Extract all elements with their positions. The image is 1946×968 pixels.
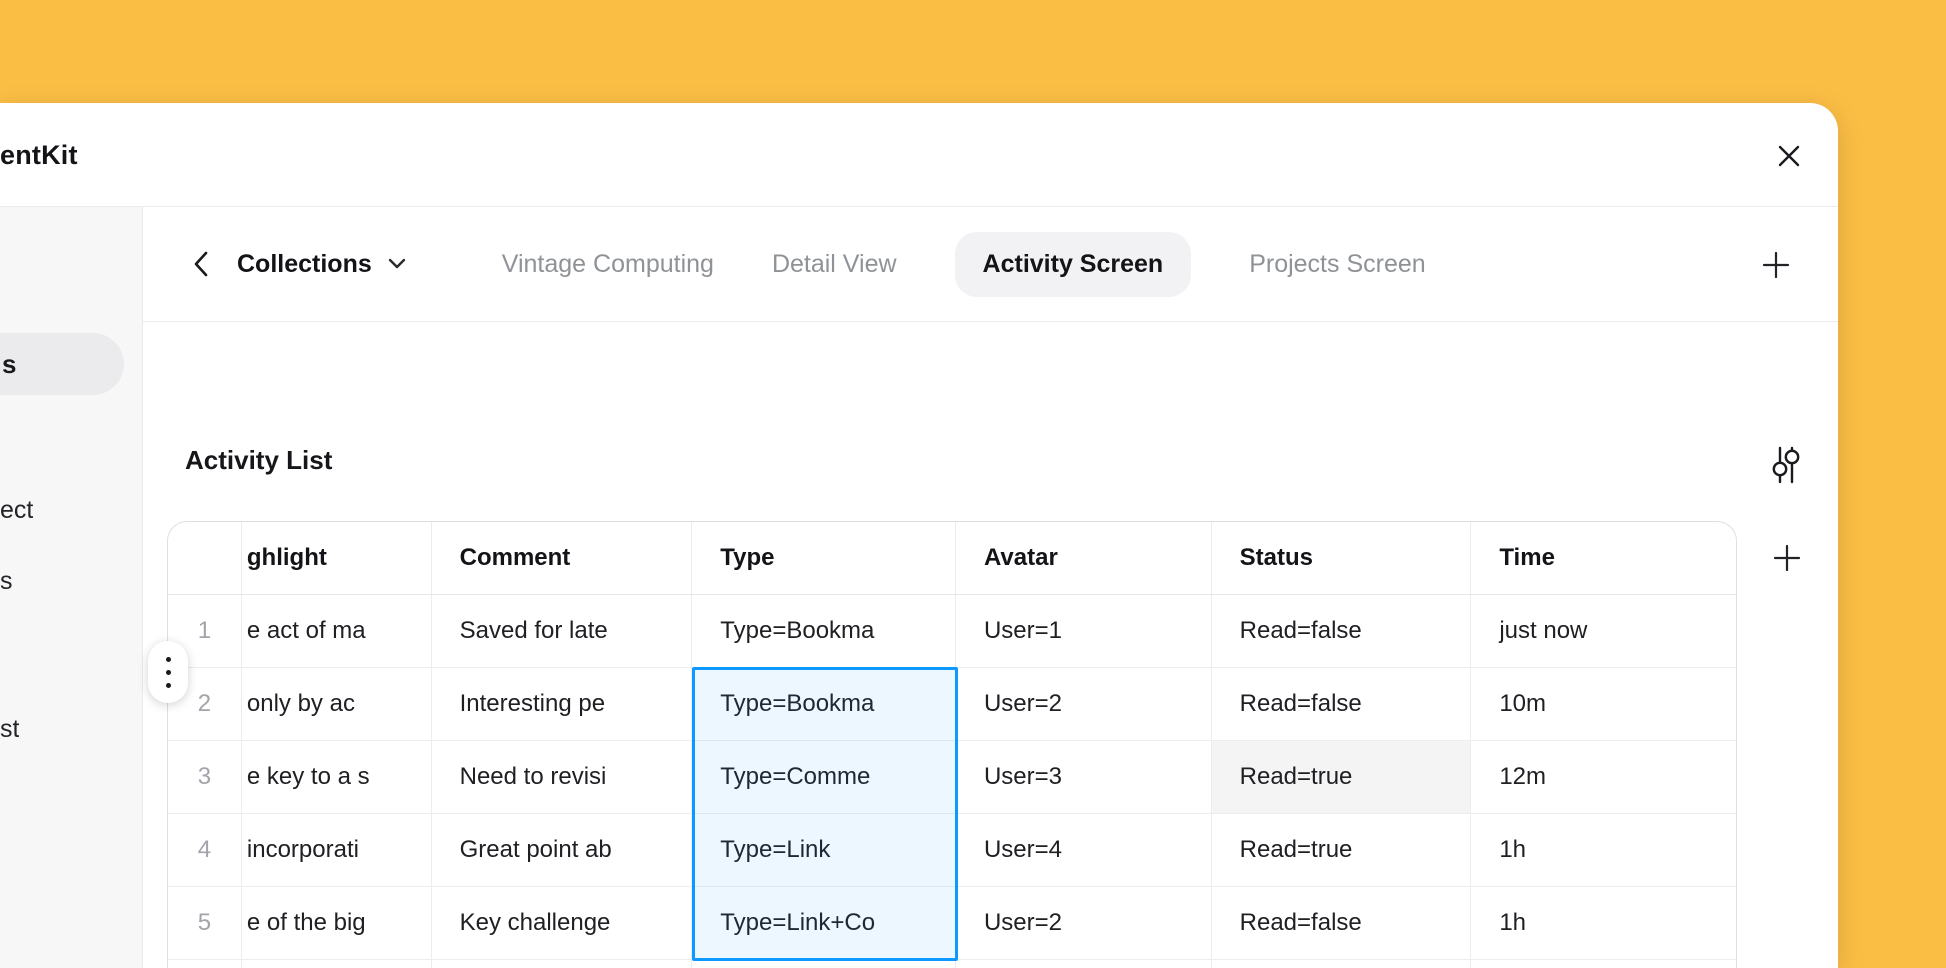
table-row: 3e key to a sNeed to revisiType=CommeUse… <box>168 741 1736 814</box>
cell-ghlight[interactable]: e act of ma <box>242 595 432 667</box>
cell-ghlight[interactable]: only by ac <box>242 668 432 740</box>
cell-time[interactable]: 5h <box>1471 960 1736 968</box>
column-header-status[interactable]: Status <box>1212 522 1472 594</box>
table-body: 1e act of maSaved for lateType=BookmaUse… <box>168 595 1736 968</box>
cell-status[interactable]: Read=false <box>1212 887 1472 959</box>
plugin-window: entKit s ect s st Collections <box>0 103 1838 968</box>
chevron-left-icon <box>190 249 212 279</box>
cell-avatar[interactable]: User=1 <box>956 960 1212 968</box>
plus-icon <box>1771 542 1803 574</box>
main-panel: Collections Vintage Computing Detail View… <box>143 207 1838 968</box>
filters-button[interactable] <box>1765 443 1807 487</box>
cell-type[interactable]: Type=Link <box>692 814 956 886</box>
cell-type[interactable]: Type=Link+Co <box>692 887 956 959</box>
back-button[interactable] <box>183 246 219 282</box>
cell-time[interactable]: 1h <box>1471 887 1736 959</box>
cell-comment[interactable]: Need to revisi <box>432 741 693 813</box>
table-row: 5e of the bigKey challengeType=Link+CoUs… <box>168 887 1736 960</box>
sidebar-item[interactable]: st <box>0 715 19 744</box>
sidebar-item[interactable]: s <box>0 333 124 395</box>
chevron-down-icon <box>388 258 406 270</box>
column-header-ghlight[interactable]: ghlight <box>242 522 432 594</box>
column-header-comment[interactable]: Comment <box>432 522 693 594</box>
cell-comment[interactable]: Key challenge <box>432 887 693 959</box>
tab-bar: Collections Vintage Computing Detail View… <box>143 207 1838 322</box>
cell-comment[interactable]: Interesting pe <box>432 668 693 740</box>
cell-status[interactable]: Read=true <box>1212 741 1472 813</box>
column-header-avatar[interactable]: Avatar <box>956 522 1212 594</box>
row-number[interactable]: 4 <box>168 814 242 886</box>
sidebar-item[interactable]: ect <box>0 496 33 525</box>
list-title: Activity List <box>185 445 332 476</box>
tab-projects-screen[interactable]: Projects Screen <box>1249 250 1425 279</box>
table-row: 2only by acInteresting peType=BookmaUser… <box>168 668 1736 741</box>
app-title: entKit <box>0 103 78 207</box>
collections-dropdown[interactable]: Collections <box>237 250 406 279</box>
collections-label: Collections <box>237 250 372 279</box>
cell-time[interactable]: just now <box>1471 595 1736 667</box>
cell-type[interactable]: Type=Bookma <box>692 595 956 667</box>
cell-ghlight[interactable]: incorporati <box>242 814 432 886</box>
cell-status[interactable]: Read=false <box>1212 595 1472 667</box>
table-row: 6understandUseful framevType=Link+CoUser… <box>168 960 1736 968</box>
table-header-row: ghlightCommentTypeAvatarStatusTime <box>168 522 1736 595</box>
row-number[interactable]: 5 <box>168 887 242 959</box>
table-row: 4incorporatiGreat point abType=LinkUser=… <box>168 814 1736 887</box>
cell-avatar[interactable]: User=4 <box>956 814 1212 886</box>
dot <box>166 670 171 675</box>
activity-table: ghlightCommentTypeAvatarStatusTime 1e ac… <box>167 521 1737 968</box>
window-header: entKit <box>0 103 1838 207</box>
cell-status[interactable]: Read=false <box>1212 668 1472 740</box>
cell-type[interactable]: Type=Bookma <box>692 668 956 740</box>
dot <box>166 657 171 662</box>
cell-avatar[interactable]: User=3 <box>956 741 1212 813</box>
cell-status[interactable]: Read=true <box>1212 960 1472 968</box>
screen-background: entKit s ect s st Collections <box>0 0 1946 968</box>
sidebar: s ect s st <box>0 207 143 968</box>
cell-time[interactable]: 10m <box>1471 668 1736 740</box>
plus-icon <box>1760 249 1792 281</box>
tab-activity-screen[interactable]: Activity Screen <box>955 232 1192 297</box>
cell-comment[interactable]: Saved for late <box>432 595 693 667</box>
cell-avatar[interactable]: User=2 <box>956 887 1212 959</box>
row-number[interactable]: 6 <box>168 960 242 968</box>
cell-time[interactable]: 12m <box>1471 741 1736 813</box>
cell-ghlight[interactable]: understand <box>242 960 432 968</box>
add-tab-button[interactable] <box>1758 247 1794 283</box>
row-number[interactable]: 3 <box>168 741 242 813</box>
cell-type[interactable]: Type=Comme <box>692 741 956 813</box>
sidebar-item[interactable]: s <box>0 567 13 596</box>
cell-type[interactable]: Type=Link+Co <box>692 960 956 968</box>
cell-comment[interactable]: Useful framev <box>432 960 693 968</box>
close-icon <box>1774 141 1804 171</box>
column-header-time[interactable]: Time <box>1471 522 1736 594</box>
sliders-icon <box>1771 444 1801 486</box>
column-header-row-number[interactable] <box>168 522 242 594</box>
cell-ghlight[interactable]: e key to a s <box>242 741 432 813</box>
cell-avatar[interactable]: User=2 <box>956 668 1212 740</box>
row-drag-handle[interactable] <box>148 641 188 703</box>
tab-detail-view[interactable]: Detail View <box>772 250 897 279</box>
cell-comment[interactable]: Great point ab <box>432 814 693 886</box>
cell-ghlight[interactable]: e of the big <box>242 887 432 959</box>
cell-time[interactable]: 1h <box>1471 814 1736 886</box>
tab-vintage-computing[interactable]: Vintage Computing <box>502 250 714 279</box>
close-button[interactable] <box>1768 135 1810 177</box>
cell-status[interactable]: Read=true <box>1212 814 1472 886</box>
add-column-button[interactable] <box>1768 539 1806 577</box>
tab-list: Vintage Computing Detail View Activity Scr… <box>502 232 1426 297</box>
cell-avatar[interactable]: User=1 <box>956 595 1212 667</box>
column-header-type[interactable]: Type <box>692 522 956 594</box>
dot <box>166 683 171 688</box>
table-row: 1e act of maSaved for lateType=BookmaUse… <box>168 595 1736 668</box>
